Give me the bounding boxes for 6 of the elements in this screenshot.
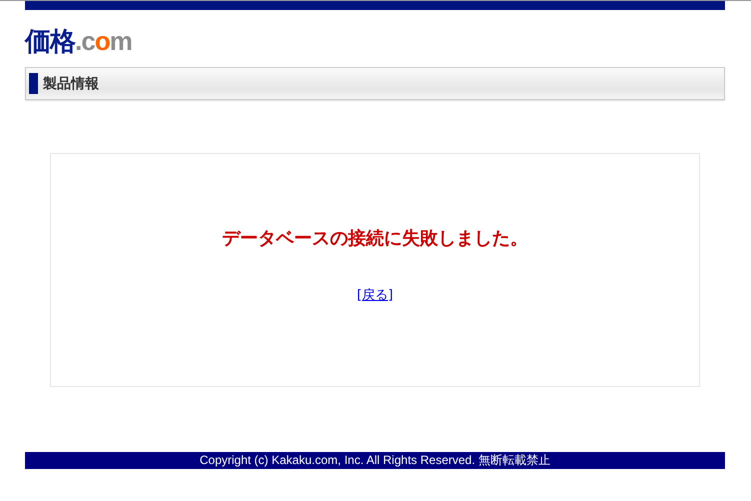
heading-marker — [29, 73, 38, 94]
copyright-footer: Copyright (c) Kakaku.com, Inc. All Rights Reserved. 無断転載禁止 — [25, 452, 725, 469]
section-heading: 製品情報 — [43, 74, 99, 92]
error-message: データベースの接続に失敗しました。 — [222, 227, 528, 250]
site-logo[interactable]: 価格.com — [25, 24, 725, 54]
back-link[interactable]: [戻る] — [356, 286, 394, 304]
